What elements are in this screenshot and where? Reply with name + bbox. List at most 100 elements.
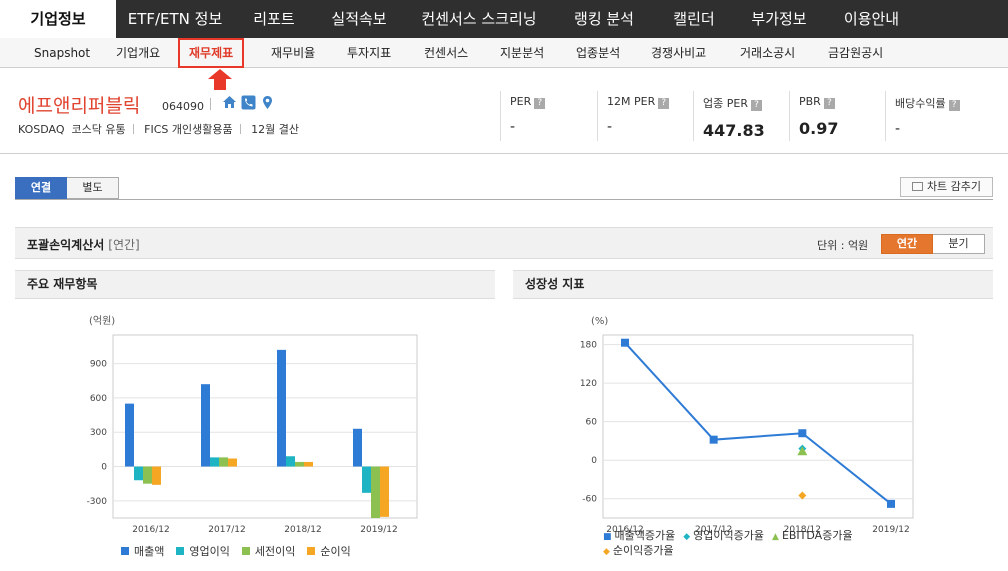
- help-icon[interactable]: ?: [534, 98, 546, 109]
- line-chart-legend: ■ 매출액증가율 ◆ 영업이익증가율 ▲ EBITDA증가율 ◆ 순이익증가율: [603, 529, 903, 559]
- help-icon[interactable]: ?: [948, 100, 960, 111]
- point-매출액증가율: [709, 435, 718, 444]
- plot-area: [602, 334, 914, 519]
- y-tick-label: 180: [580, 341, 597, 351]
- bar-chart-legend: 매출액 영업이익 세전이익 순이익: [121, 543, 363, 559]
- top-nav-tab-5[interactable]: 랭킹 분석: [554, 0, 654, 38]
- legend-swatch: [121, 547, 129, 555]
- bar-세전이익: [143, 466, 152, 484]
- bar-영업이익: [362, 466, 371, 493]
- divider: [210, 98, 211, 110]
- top-nav-tab-0[interactable]: 기업정보: [0, 0, 116, 38]
- sub-nav-item-1[interactable]: 기업개요: [116, 38, 160, 68]
- company-info: KOSDAQ 코스닥 유통 FICS 개인생활용품 12월 결산: [18, 121, 299, 137]
- bar-순이익: [228, 458, 237, 467]
- sub-nav-item-5[interactable]: 컨센서스: [424, 38, 468, 68]
- quarterly-button[interactable]: 분기: [933, 234, 985, 254]
- top-nav: 기업정보 ETF/ETN 정보 리포트 실적속보 컨센서스 스크리닝 랭킹 분석 캘린더 부가…: [0, 0, 1008, 38]
- home-icon[interactable]: [222, 95, 237, 110]
- metric-sector-per: 업종 PER? 447.83: [703, 97, 765, 140]
- metric-pbr: PBR? 0.97: [799, 95, 839, 138]
- top-nav-tab-7[interactable]: 부가정보: [734, 0, 824, 38]
- annual-button[interactable]: 연간: [881, 234, 933, 254]
- y-tick-label: 600: [90, 394, 107, 404]
- statement-title: 포괄손익계산서 [연간]: [27, 238, 140, 252]
- market-label: KOSDAQ: [18, 123, 65, 136]
- company-icons: [222, 95, 275, 110]
- legend-item[interactable]: 매출액: [121, 543, 164, 559]
- bar-순이익: [304, 461, 313, 467]
- top-nav-tab-3[interactable]: 실적속보: [314, 0, 404, 38]
- top-nav-tab-6[interactable]: 캘린더: [654, 0, 734, 38]
- legend-item[interactable]: 세전이익: [241, 543, 295, 559]
- bar-매출액: [125, 403, 134, 467]
- divider: [597, 91, 598, 141]
- hide-chart-button[interactable]: 차트 감추기: [900, 177, 993, 197]
- legend-swatch: [307, 547, 316, 555]
- sector-label: 코스닥 유통: [71, 123, 126, 136]
- top-nav-tab-1[interactable]: ETF/ETN 정보: [116, 0, 234, 38]
- legend-swatch: [176, 547, 185, 555]
- bar-chart: -300 0 300 600 900 (억원) 2016/12 2017/12 2018/12 2…: [87, 315, 418, 535]
- bar-매출액: [353, 428, 362, 467]
- bar-순이익: [380, 466, 389, 517]
- legend-item[interactable]: ▲ EBITDA증가율: [772, 529, 853, 544]
- sub-nav-item-7[interactable]: 업종분석: [576, 38, 620, 68]
- company-header: 에프앤리퍼블릭 064090 KOSDAQ 코스닥 유통 FICS 개인생활용품…: [0, 69, 1008, 154]
- financial-items-panel: 주요 재무항목 -300 0 300 600 900 (억원) 2016/12 2017/12…: [15, 270, 495, 570]
- legend-marker-icon: ■: [603, 532, 612, 542]
- tab-consolidated[interactable]: 연결: [15, 177, 67, 199]
- location-pin-icon[interactable]: [260, 95, 275, 110]
- top-nav-tab-4[interactable]: 컨센서스 스크리닝: [404, 0, 554, 38]
- top-nav-tab-2[interactable]: 리포트: [234, 0, 314, 38]
- y-axis-label: (%): [591, 316, 608, 327]
- period-toggle: 연간 분기: [881, 234, 985, 254]
- metric-12m-per: 12M PER? -: [607, 95, 670, 135]
- tab-separate[interactable]: 별도: [67, 177, 119, 199]
- x-tick-label: 2016/12: [132, 525, 169, 535]
- statement-period-note: [연간]: [108, 238, 140, 252]
- y-tick-label: -60: [582, 495, 597, 505]
- help-icon[interactable]: ?: [658, 98, 670, 109]
- metric-per: PER? -: [510, 95, 546, 135]
- unit-label: 단위 : 억원: [817, 239, 869, 252]
- sub-nav-item-4[interactable]: 투자지표: [347, 38, 391, 68]
- y-tick-label: 0: [101, 463, 107, 473]
- bar-매출액: [277, 349, 286, 467]
- bar-영업이익: [210, 457, 219, 467]
- legend-marker-icon: ◆: [603, 547, 610, 557]
- divider: [15, 199, 993, 200]
- phone-icon[interactable]: [241, 95, 256, 110]
- bar-세전이익: [219, 457, 228, 467]
- panel-title: 주요 재무항목: [15, 270, 495, 299]
- help-icon[interactable]: ?: [750, 100, 762, 111]
- x-tick-label: 2019/12: [360, 525, 397, 535]
- sub-nav: Snapshot 기업개요 재무제표 재무비율 투자지표 컨센서스 지분분석 업종분석 경쟁사비…: [0, 38, 1008, 68]
- sub-nav-item-8[interactable]: 경쟁사비교: [651, 38, 706, 68]
- legend-item[interactable]: ◆ 순이익증가율: [603, 544, 674, 559]
- sub-nav-item-2[interactable]: 재무제표: [178, 38, 245, 68]
- bar-매출액: [201, 384, 210, 467]
- point-매출액증가율: [621, 338, 629, 347]
- bar-세전이익: [295, 461, 304, 467]
- legend-marker-icon: ◆: [683, 532, 691, 542]
- sub-nav-item-6[interactable]: 지분분석: [500, 38, 544, 68]
- legend-item[interactable]: 순이익: [307, 543, 351, 559]
- legend-item[interactable]: ■ 매출액증가율: [603, 529, 675, 544]
- help-icon[interactable]: ?: [823, 98, 835, 109]
- sub-nav-item-10[interactable]: 금감원공시: [828, 38, 883, 68]
- chart-icon: [911, 182, 923, 191]
- company-name: 에프앤리퍼블릭: [18, 95, 141, 117]
- point-매출액증가율: [798, 429, 807, 438]
- sub-nav-item-9[interactable]: 거래소공시: [740, 38, 795, 68]
- y-tick-label: 900: [90, 360, 107, 370]
- legend-item[interactable]: ◆ 영업이익증가율: [683, 529, 764, 544]
- sub-nav-item-3[interactable]: 재무비율: [271, 38, 315, 68]
- top-nav-tab-8[interactable]: 이용안내: [824, 0, 919, 38]
- bar-영업이익: [134, 466, 143, 481]
- growth-indicators-panel: 성장성 지표 -60 0 60 120 180 (%) 2016/12 2017/12 2018…: [513, 270, 993, 570]
- sub-nav-item-0[interactable]: Snapshot: [34, 38, 90, 68]
- metric-dividend-yield: 배당수익률? -: [895, 95, 960, 137]
- bar-순이익: [152, 466, 161, 485]
- legend-item[interactable]: 영업이익: [176, 543, 230, 559]
